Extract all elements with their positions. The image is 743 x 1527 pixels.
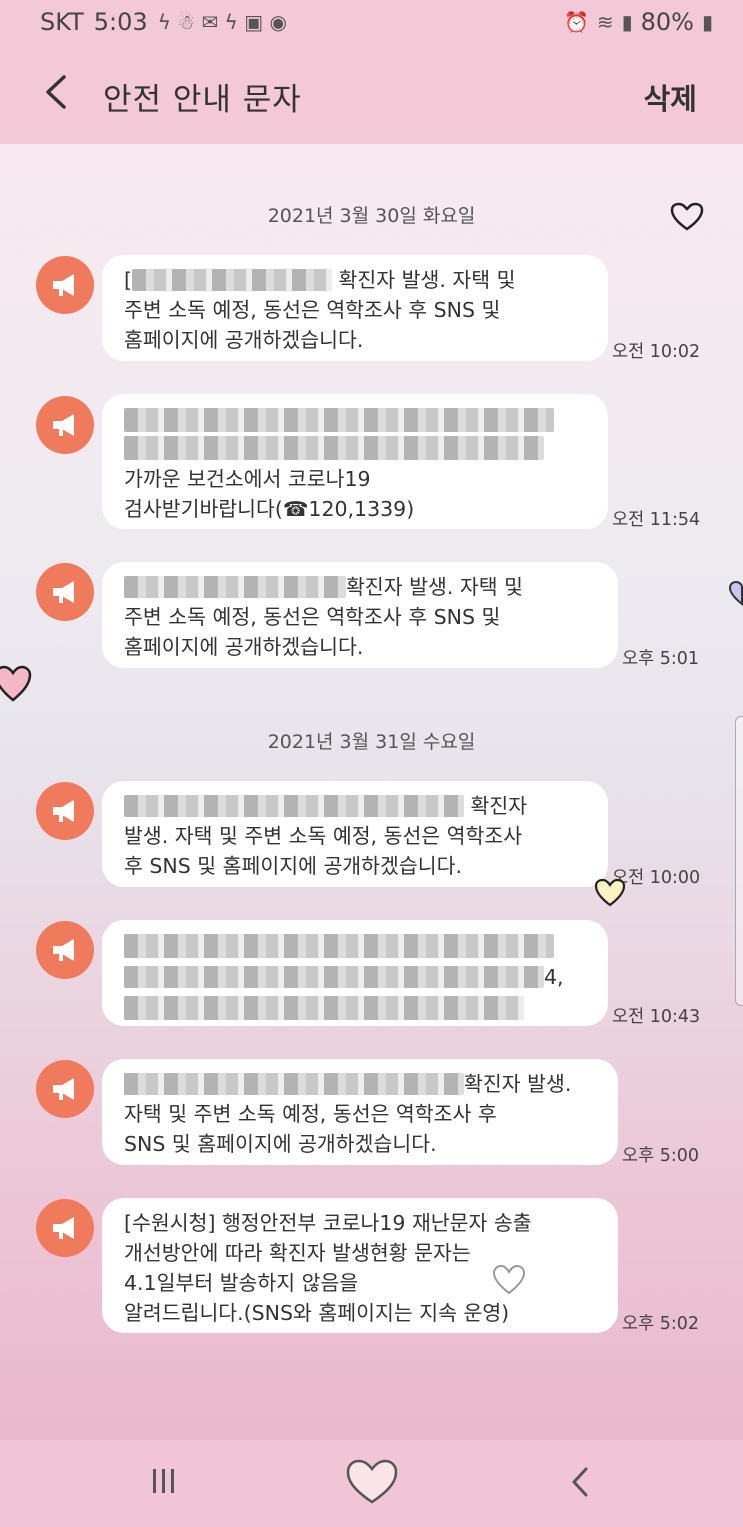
megaphone-icon	[36, 256, 94, 314]
home-heart-icon[interactable]	[345, 1458, 399, 1506]
redacted-text	[124, 1073, 464, 1095]
carrier-label: SKT	[40, 8, 84, 36]
status-time: 5:03	[93, 8, 148, 36]
page-title: 안전 안내 문자	[103, 82, 302, 118]
message-bubble[interactable]: 확진자 발생. 자택 및 주변 소독 예정, 동선은 역학조사 후 SNS 및 …	[102, 781, 608, 887]
redacted-text	[124, 966, 544, 988]
signal-icon: ▮	[621, 10, 633, 34]
recent-apps-icon[interactable]	[148, 1466, 180, 1496]
redacted-text	[132, 269, 332, 291]
megaphone-icon	[36, 563, 94, 621]
chevron-left-icon	[46, 75, 66, 109]
message-time: 오전 10:02	[612, 342, 701, 362]
redacted-text	[124, 934, 554, 958]
scrollbar[interactable]	[735, 716, 743, 1006]
message-bubble[interactable]: [수원시청] 행정안전부 코로나19 재난문자 송출 개선방안에 따라 확진자 …	[102, 1198, 618, 1333]
megaphone-icon	[36, 1199, 94, 1257]
decorative-heart-icon	[728, 580, 743, 607]
message-time: 오후 5:02	[622, 1314, 700, 1334]
megaphone-icon	[36, 396, 94, 454]
message-time: 오전 11:54	[612, 510, 701, 530]
redacted-text	[124, 408, 554, 432]
alarm-icon: ⏰	[563, 10, 589, 34]
message-time: 오후 5:00	[622, 1146, 700, 1166]
megaphone-icon	[36, 782, 94, 840]
redacted-text	[124, 436, 544, 460]
heart-icon[interactable]	[670, 202, 704, 232]
date-separator: 2021년 3월 31일 수요일	[267, 731, 476, 753]
decorative-heart-icon	[0, 665, 32, 702]
redacted-text	[124, 576, 346, 598]
app-bar: 안전 안내 문자 삭제	[0, 46, 743, 144]
megaphone-icon	[36, 1060, 94, 1118]
message-bubble[interactable]: [ 확진자 발생. 자택 및 주변 소독 예정, 동선은 역학조사 후 SNS …	[102, 255, 608, 361]
message-bubble[interactable]: 가까운 보건소에서 코로나19 검사받기바랍니다(☎120,1339)	[102, 394, 608, 529]
message-time: 오후 5:01	[622, 649, 700, 669]
decorative-heart-icon	[492, 1264, 526, 1295]
redacted-text	[124, 996, 524, 1020]
message-bubble[interactable]: 4,	[102, 920, 608, 1026]
decorative-heart-icon	[594, 878, 626, 907]
megaphone-icon	[36, 921, 94, 979]
navigation-bar	[0, 1440, 743, 1527]
battery-icon: ▮	[701, 10, 713, 34]
notification-icons: ϟ ☃ ✉ ϟ ▣ ◉	[157, 10, 287, 34]
message-time: 오전 10:43	[612, 1007, 701, 1027]
wifi-icon: ≋	[596, 10, 614, 34]
status-bar: SKT 5:03 ϟ ☃ ✉ ϟ ▣ ◉ ⏰ ≋ ▮ 80% ▮	[0, 0, 743, 46]
battery-level: 80%	[640, 8, 694, 36]
nav-back-icon[interactable]	[566, 1466, 596, 1498]
message-bubble[interactable]: 확진자 발생. 자택 및 주변 소독 예정, 동선은 역학조사 후 SNS 및 …	[102, 1059, 618, 1165]
delete-button[interactable]: 삭제	[644, 76, 697, 118]
date-separator: 2021년 3월 30일 화요일	[267, 205, 476, 227]
message-bubble[interactable]: 확진자 발생. 자택 및 주변 소독 예정, 동선은 역학조사 후 SNS 및 …	[102, 562, 618, 668]
redacted-text	[124, 795, 464, 817]
back-button[interactable]	[40, 74, 80, 114]
